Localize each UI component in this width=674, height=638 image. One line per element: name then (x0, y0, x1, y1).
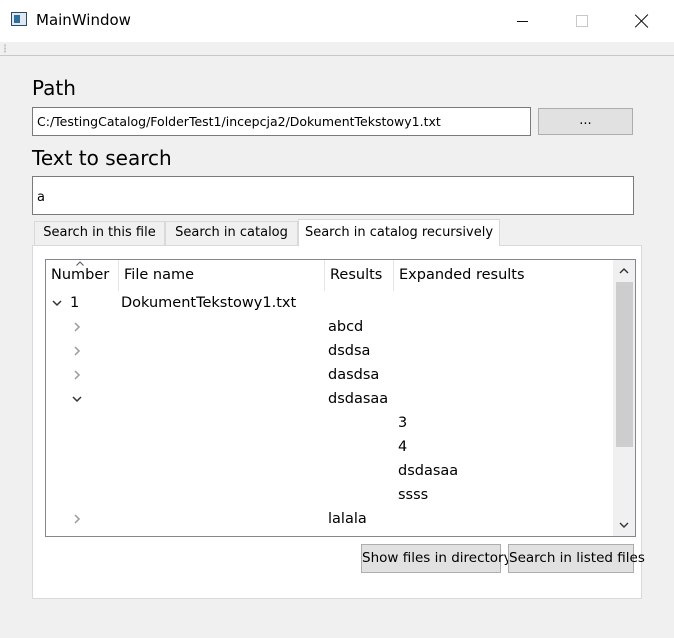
scroll-up-button[interactable] (613, 260, 635, 282)
chevron-right-icon[interactable] (70, 368, 84, 382)
column-header-number[interactable]: Number (46, 260, 119, 291)
tree-row[interactable]: abcd (46, 316, 614, 340)
chevron-right-icon[interactable] (70, 320, 84, 334)
search-listed-button[interactable]: Search in listed files (508, 544, 645, 573)
maximize-button[interactable] (554, 0, 610, 42)
cell-result: dsdsa (328, 343, 371, 359)
browse-button[interactable]: ... (538, 108, 633, 135)
chevron-right-icon[interactable] (70, 344, 84, 358)
chevron-right-icon[interactable] (70, 512, 84, 526)
maximize-icon (576, 15, 588, 27)
scroll-thumb[interactable] (616, 282, 633, 447)
cell-expanded-result: ssss (398, 487, 429, 503)
cell-result: lalala (328, 511, 367, 527)
close-icon (635, 14, 649, 28)
tree-row[interactable]: lalala (46, 508, 614, 532)
tree-row[interactable]: dsdasaa (46, 388, 614, 412)
chevron-up-icon (619, 268, 629, 274)
tree-header: Number File name Results Expanded result… (46, 260, 614, 291)
tree-row[interactable]: ssss (46, 484, 614, 508)
column-header-expanded-results[interactable]: Expanded results (394, 260, 614, 291)
tree-row[interactable]: dsdsa (46, 340, 614, 364)
tree-row[interactable]: dsdasaa (46, 460, 614, 484)
path-label: Path (32, 76, 76, 100)
search-input[interactable]: a (32, 176, 634, 215)
cell-number: 1 (70, 295, 80, 311)
minimize-icon (516, 20, 528, 22)
toolbar-strip (0, 42, 674, 56)
cell-expanded-result: 4 (398, 439, 408, 455)
tree-row[interactable]: 1 DokumentTekstowy1.txt (46, 292, 614, 316)
search-label: Text to search (32, 146, 172, 170)
cell-result: dasdsa (328, 367, 380, 383)
cell-expanded-result: 3 (398, 415, 408, 431)
title-bar: MainWindow (0, 0, 674, 42)
tree-row[interactable]: 3 (46, 412, 614, 436)
tree-row[interactable]: 4 (46, 436, 614, 460)
scroll-down-button[interactable] (613, 514, 635, 536)
cell-expanded-result: dsdasaa (398, 463, 459, 479)
tab-search-recursively[interactable]: Search in catalog recursively (298, 219, 500, 246)
window-title: MainWindow (36, 11, 131, 29)
results-tree[interactable]: Number File name Results Expanded result… (45, 259, 636, 537)
close-button[interactable] (614, 0, 670, 42)
column-header-file-name[interactable]: File name (119, 260, 325, 291)
column-header-results[interactable]: Results (325, 260, 394, 291)
tab-search-in-file[interactable]: Search in this file (34, 221, 165, 245)
tree-row[interactable]: dasdsa (46, 364, 614, 388)
cell-result: dsdasaa (328, 391, 389, 407)
path-input[interactable]: C:/TestingCatalog/FolderTest1/incepcja2/… (32, 107, 531, 136)
toolbar-grip-icon[interactable] (4, 44, 6, 53)
vertical-scrollbar[interactable] (613, 260, 635, 536)
chevron-down-icon[interactable] (50, 296, 64, 310)
show-files-button[interactable]: Show files in directory (361, 544, 512, 573)
cell-file-name: DokumentTekstowy1.txt (121, 295, 297, 311)
chevron-down-icon[interactable] (70, 392, 84, 406)
minimize-button[interactable] (494, 0, 550, 42)
cell-result: abcd (328, 319, 364, 335)
app-icon (11, 12, 27, 26)
tab-search-in-catalog[interactable]: Search in catalog (165, 221, 298, 245)
chevron-down-icon (619, 522, 629, 528)
